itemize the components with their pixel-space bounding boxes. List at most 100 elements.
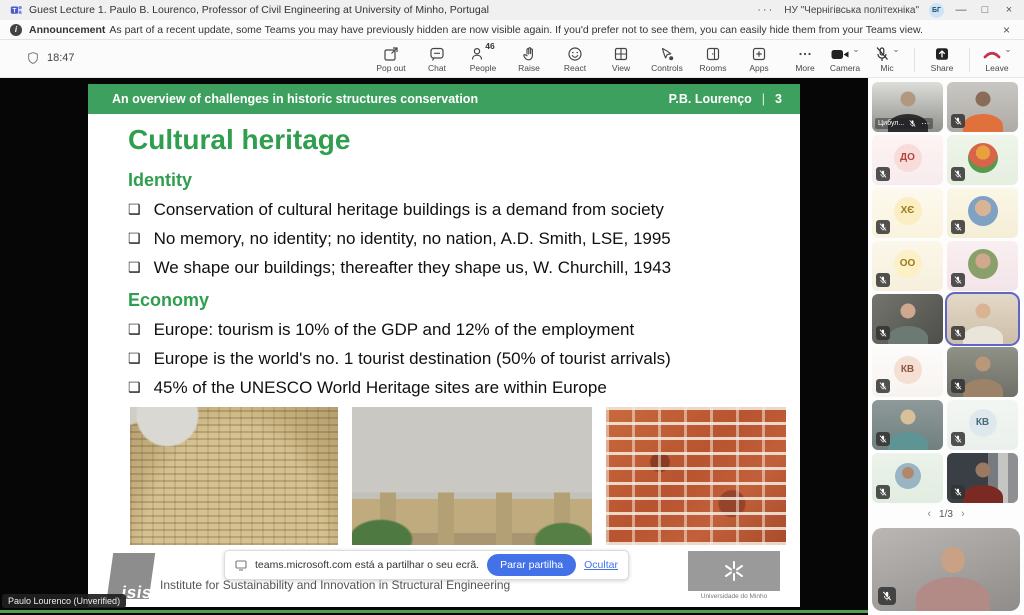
participant-avatar-tile[interactable] <box>947 241 1018 291</box>
shared-screen-stage: An overview of challenges in historic st… <box>0 78 868 615</box>
bullet-square-icon: ❑ <box>128 195 141 224</box>
participant-avatar-tile[interactable] <box>947 188 1018 238</box>
leave-button[interactable]: ⌄ Leave <box>976 43 1018 76</box>
participant-video-tile[interactable]: Цибул... ⋯ <box>872 82 943 132</box>
rooms-icon <box>705 46 721 62</box>
maximize-button[interactable]: □ <box>978 4 992 16</box>
pop-out-button[interactable]: Pop out <box>370 43 412 76</box>
bullet-item: ❑ No memory, no identity; no identity, n… <box>128 224 768 253</box>
apps-plus-icon <box>751 46 767 62</box>
mic-muted-icon <box>951 273 965 287</box>
react-button[interactable]: React <box>554 43 596 76</box>
people-button[interactable]: 46 People <box>462 43 504 76</box>
raise-hand-button[interactable]: Raise <box>508 43 550 76</box>
account-avatar[interactable]: БГ <box>929 3 944 18</box>
slide-header-bar: An overview of challenges in historic st… <box>88 84 800 114</box>
bullet-item: ❑ Conservation of cultural heritage buil… <box>128 195 768 224</box>
section-heading-economy: Economy <box>128 290 768 311</box>
share-banner-text: teams.microsoft.com está a partilhar o s… <box>255 559 479 571</box>
mic-muted-icon <box>951 114 965 128</box>
participant-video-tile[interactable] <box>947 82 1018 132</box>
page-indicator: 1/3 <box>939 509 953 520</box>
participant-avatar-tile[interactable]: ОО <box>872 241 943 291</box>
share-button[interactable]: Share <box>921 43 963 76</box>
mic-button[interactable]: ⌄ Mic <box>866 43 908 76</box>
participant-avatar-tile[interactable]: КВ <box>872 347 943 397</box>
leave-chevron-icon[interactable]: ⌄ <box>1004 44 1012 55</box>
self-view-video[interactable] <box>872 528 1020 611</box>
toolbar-divider <box>914 48 915 72</box>
leave-call-icon <box>982 47 1002 62</box>
avatar <box>968 196 998 226</box>
tile-more-icon[interactable]: ⋯ <box>921 119 930 128</box>
slide-title: Cultural heritage <box>128 124 768 156</box>
meeting-toolbar: 18:47 Pop out Chat 46 <box>0 40 1024 78</box>
prev-page-chevron[interactable]: ‹ <box>927 508 931 520</box>
account-org-name[interactable]: НУ "Чернігівська політехніка" <box>784 5 919 16</box>
presentation-slide: An overview of challenges in historic st… <box>88 84 800 607</box>
monitor-icon <box>235 560 247 571</box>
uminho-name: Universidade do Minho <box>688 593 780 600</box>
participants-pagination: ‹ 1/3 › <box>868 508 1024 520</box>
participant-video-tile[interactable] <box>872 400 943 450</box>
mic-muted-icon <box>908 119 917 128</box>
info-icon: i <box>10 24 22 36</box>
titlebar-more-button[interactable]: ··· <box>757 4 774 16</box>
avatar: ОО <box>894 250 922 278</box>
camera-chevron-icon[interactable]: ⌄ <box>852 44 860 55</box>
mic-muted-icon <box>951 379 965 393</box>
next-page-chevron[interactable]: › <box>961 508 965 520</box>
view-button[interactable]: View <box>600 43 642 76</box>
window-title: Guest Lecture 1. Paulo B. Lourenco, Prof… <box>29 4 757 16</box>
participant-video-tile[interactable] <box>872 294 943 344</box>
shield-icon <box>26 51 40 65</box>
camera-button[interactable]: ⌄ Camera <box>824 43 866 76</box>
avatar: ДО <box>894 144 922 172</box>
mic-muted-icon <box>876 273 890 287</box>
mic-muted-icon <box>876 432 890 446</box>
participant-video-tile[interactable] <box>947 347 1018 397</box>
rooms-button[interactable]: Rooms <box>692 43 734 76</box>
controls-button[interactable]: Controls <box>646 43 688 76</box>
mic-muted-icon <box>951 485 965 499</box>
participant-avatar-tile[interactable]: КВ <box>947 400 1018 450</box>
avatar <box>968 249 998 279</box>
close-button[interactable]: × <box>1002 4 1016 16</box>
participant-avatar-tile[interactable] <box>947 135 1018 185</box>
people-count-badge: 46 <box>485 41 494 51</box>
mic-chevron-icon[interactable]: ⌄ <box>892 44 900 55</box>
institute-name: Institute for Sustainability and Innovat… <box>160 578 510 592</box>
participant-name-label: Цибул... <box>878 120 904 127</box>
avatar <box>968 143 998 173</box>
minimize-button[interactable]: — <box>954 4 968 16</box>
window-titlebar: T Guest Lecture 1. Paulo B. Lourenco, Pr… <box>0 0 1024 20</box>
participant-avatar-tile[interactable]: ХЄ <box>872 188 943 238</box>
participant-video-tile[interactable] <box>947 453 1018 503</box>
slide-author: P.B. Lourenço <box>669 92 752 106</box>
mic-muted-icon <box>876 485 890 499</box>
bullet-item: ❑ 45% of the UNESCO World Heritage sites… <box>128 373 768 402</box>
participant-avatar-tile[interactable] <box>872 453 943 503</box>
stone-temple-photo <box>352 407 592 545</box>
hide-banner-link[interactable]: Ocultar <box>584 559 618 571</box>
mic-muted-icon <box>951 220 965 234</box>
slide-header-separator: | <box>762 92 765 106</box>
raise-hand-icon <box>521 46 537 62</box>
mic-muted-icon <box>876 379 890 393</box>
screen-share-frame-border <box>0 610 868 613</box>
more-button[interactable]: More <box>784 43 826 76</box>
slide-page-number: 3 <box>775 92 782 106</box>
view-grid-icon <box>613 46 629 62</box>
avatar: КВ <box>969 409 997 437</box>
browser-share-banner: teams.microsoft.com está a partilhar o s… <box>224 550 629 580</box>
apps-button[interactable]: Apps <box>738 43 780 76</box>
chat-button[interactable]: Chat <box>416 43 458 76</box>
meeting-timer: 18:47 <box>26 51 75 65</box>
mic-muted-icon <box>876 220 890 234</box>
announcement-close-button[interactable]: × <box>999 23 1014 37</box>
bullet-square-icon: ❑ <box>128 344 141 373</box>
presenter-name-label: Paulo Lourenco (Unverified) <box>2 594 126 608</box>
participant-video-tile-active-speaker[interactable] <box>947 294 1018 344</box>
participant-avatar-tile[interactable]: ДО <box>872 135 943 185</box>
stop-sharing-button[interactable]: Parar partilha <box>487 554 576 576</box>
